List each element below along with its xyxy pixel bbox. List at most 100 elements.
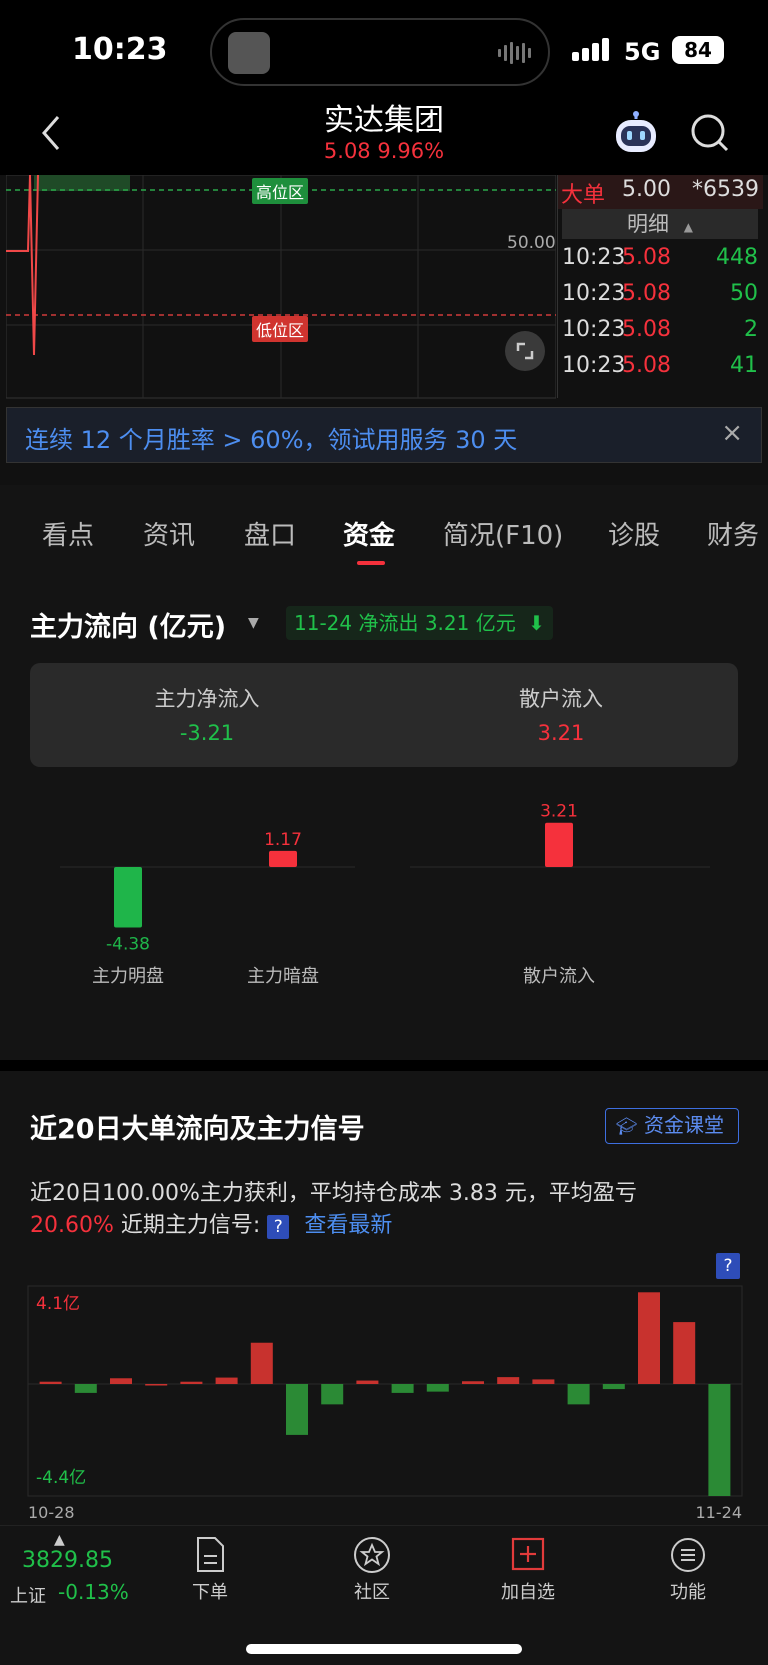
down-arrow-icon: ⬇ xyxy=(528,611,545,635)
battery-icon: 84 xyxy=(672,36,724,64)
flow-bar-value-label: -4.38 xyxy=(106,934,150,954)
trade-time: 10:23 xyxy=(562,245,626,270)
trade-row: 10:23 5.08 2 xyxy=(562,317,758,349)
fullscreen-button[interactable] xyxy=(505,331,545,371)
index-value[interactable]: 3829.85 xyxy=(22,1548,113,1573)
net-outflow-badge: 11-24 净流出 3.21 亿元 ⬇ xyxy=(286,606,553,640)
mid-price-label: 50.00 xyxy=(507,233,556,253)
summary-line-1: 近20日100.00%主力获利，平均持仓成本 3.83 元，平均盈亏 xyxy=(30,1181,637,1206)
twenty-day-flow-section: 近20日大单流向及主力信号 🎓︎ 资金课堂 近20日100.00%主力获利，平均… xyxy=(0,1071,768,1525)
promo-banner[interactable]: 连续 12 个月胜率 > 60%，领试用服务 30 天 × xyxy=(6,407,762,463)
app-avatar-icon xyxy=(228,32,270,74)
flow-bar-category-label: 散户流入 xyxy=(523,966,595,987)
flow-bar-value-label: 3.21 xyxy=(540,802,578,822)
trade-row: 10:23 5.08 50 xyxy=(562,281,758,313)
tab-financials[interactable]: 财务 xyxy=(707,515,759,552)
nav-community-label: 社区 xyxy=(354,1582,390,1603)
trade-row: 10:23 5.08 448 xyxy=(562,245,758,277)
tab-highlights[interactable]: 看点 xyxy=(42,515,94,552)
promo-text: 连续 12 个月胜率 > 60%，领试用服务 30 天 xyxy=(25,426,518,454)
trade-time: 10:23 xyxy=(562,353,626,378)
battery-level: 84 xyxy=(684,38,712,62)
daily-flow-bar xyxy=(321,1384,344,1405)
trade-price: 5.08 xyxy=(622,353,671,378)
trade-price: 5.08 xyxy=(622,281,671,306)
nav-community-button[interactable]: 社区 xyxy=(332,1536,412,1606)
daily-flow-bar xyxy=(110,1378,132,1384)
big-order-label: 大单 xyxy=(561,183,606,208)
home-indicator xyxy=(246,1644,522,1654)
x-start-label: 10-28 xyxy=(28,1503,75,1522)
daily-flow-bar xyxy=(74,1384,97,1393)
see-latest-link[interactable]: 查看最新 xyxy=(304,1213,392,1238)
trade-time: 10:23 xyxy=(562,281,626,306)
help-icon[interactable]: ? xyxy=(267,1215,290,1239)
search-button[interactable] xyxy=(690,113,730,153)
daily-flow-bar xyxy=(391,1384,414,1393)
tab-diagnosis[interactable]: 诊股 xyxy=(608,515,660,552)
community-star-icon xyxy=(354,1537,390,1573)
nav-add-watchlist-button[interactable]: 加自选 xyxy=(488,1536,568,1606)
expand-icon xyxy=(516,342,534,360)
trade-volume: 2 xyxy=(744,317,758,342)
net-inflow-value: -3.21 xyxy=(179,721,235,745)
avg-profit-pct: 20.60% xyxy=(30,1213,114,1238)
bottom-nav: ▲ 3829.85 上证 -0.13% 下单 社区 加自选 功能 xyxy=(0,1525,768,1665)
tab-order-book[interactable]: 盘口 xyxy=(244,515,296,552)
flow-bar xyxy=(269,850,297,867)
search-icon xyxy=(691,114,729,152)
index-up-triangle-icon: ▲ xyxy=(54,1532,65,1548)
daily-flow-bar xyxy=(708,1384,731,1496)
daily-flow-bar xyxy=(567,1384,590,1405)
flow-bar xyxy=(545,822,573,867)
fund-section: 看点 资讯 盘口 资金 简况(F10) 诊股 财务 主力流向 (亿元) ▼ 11… xyxy=(0,485,768,1060)
daily-flow-bar xyxy=(180,1381,203,1384)
trade-volume: 448 xyxy=(716,245,758,270)
detail-header[interactable]: 明细 ▲ xyxy=(562,209,758,239)
nav-bar: 实达集团 5.08 9.96% xyxy=(0,95,768,175)
tab-funds[interactable]: 资金 xyxy=(343,515,395,552)
nav-menu-button[interactable]: 功能 xyxy=(648,1536,728,1606)
nav-order-button[interactable]: 下单 xyxy=(170,1536,250,1606)
daily-flow-bar xyxy=(532,1379,555,1384)
tab-profile[interactable]: 简况(F10) xyxy=(443,515,563,552)
status-bar: 10:23 5G 84 xyxy=(0,0,768,95)
close-icon[interactable]: × xyxy=(721,418,743,448)
main-flow-bar-chart: -4.38 主力明盘 1.17 主力暗盘 3.21 散户流入 xyxy=(60,802,710,987)
menu-icon xyxy=(671,1538,705,1572)
main-flow-title[interactable]: 主力流向 (亿元) xyxy=(30,605,226,644)
index-name: 上证 xyxy=(10,1586,46,1607)
flow-bar-category-label: 主力暗盘 xyxy=(247,966,319,987)
daily-flow-bar xyxy=(462,1381,484,1384)
robot-icon xyxy=(616,111,656,152)
retail-inflow-value: 3.21 xyxy=(537,721,585,745)
nav-order-label: 下单 xyxy=(192,1582,228,1603)
tab-bar: 看点 资讯 盘口 资金 简况(F10) 诊股 财务 xyxy=(0,485,768,565)
x-end-label: 11-24 xyxy=(696,1503,743,1522)
tab-news[interactable]: 资讯 xyxy=(143,515,195,552)
high-zone-label: 高位区 xyxy=(252,178,309,204)
detail-header-label: 明细 xyxy=(627,212,670,236)
trade-volume: 41 xyxy=(730,353,758,378)
flow-bar-category-label: 主力明盘 xyxy=(92,966,164,987)
voice-waveform-icon xyxy=(498,42,538,64)
low-zone-label: 低位区 xyxy=(252,316,309,342)
daily-flow-bar xyxy=(215,1377,238,1384)
index-change: -0.13% xyxy=(58,1580,129,1604)
dropdown-caret-icon[interactable]: ▼ xyxy=(248,615,259,631)
fund-class-label: 资金课堂 xyxy=(643,1113,724,1137)
signal-icon xyxy=(572,38,610,64)
current-price: 5.08 xyxy=(323,139,371,163)
daily-flow-bar xyxy=(356,1380,379,1384)
fund-class-button[interactable]: 🎓︎ 资金课堂 xyxy=(605,1108,739,1144)
retail-inflow-label: 散户流入 xyxy=(519,687,603,711)
trade-volume: 50 xyxy=(730,281,758,306)
trade-row: 10:23 5.08 41 xyxy=(562,353,758,385)
status-time: 10:23 xyxy=(72,32,168,67)
net-outflow-text: 11-24 净流出 3.21 亿元 xyxy=(294,611,516,635)
trade-time: 10:23 xyxy=(562,317,626,342)
net-inflow-label: 主力净流入 xyxy=(154,687,260,711)
daily-flow-bar xyxy=(673,1322,696,1384)
robot-assistant-button[interactable] xyxy=(612,111,658,155)
dynamic-island xyxy=(210,18,550,86)
